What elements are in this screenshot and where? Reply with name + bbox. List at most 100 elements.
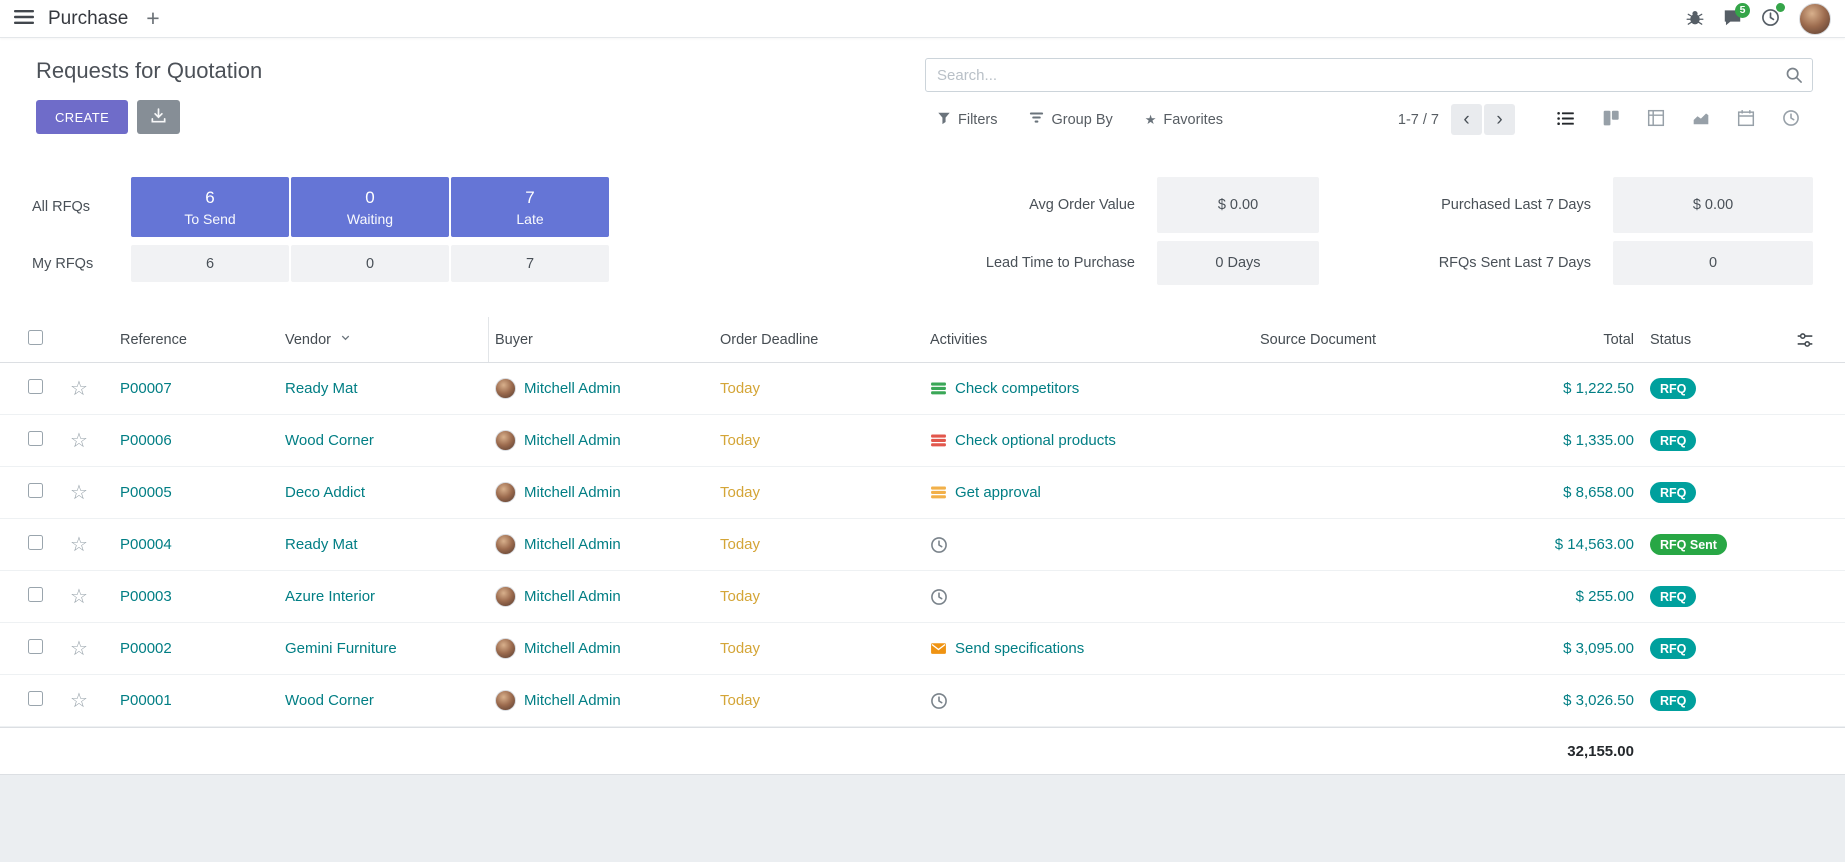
activity-cell[interactable]: Send specifications (924, 640, 1254, 657)
vendor-link[interactable]: Deco Addict (285, 484, 365, 501)
search-box[interactable] (925, 58, 1813, 92)
column-header-source-document[interactable]: Source Document (1254, 332, 1504, 348)
optional-columns-icon[interactable] (1764, 331, 1845, 349)
activity-label[interactable]: Check optional products (955, 432, 1116, 449)
activity-cell[interactable]: Check optional products (924, 432, 1254, 449)
reference-link[interactable]: P00003 (120, 588, 172, 605)
vendor-link[interactable]: Wood Corner (285, 692, 374, 709)
row-checkbox[interactable] (28, 431, 43, 446)
top-navbar: Purchase + 5 (0, 0, 1845, 38)
group-by-button[interactable]: Group By (1029, 110, 1112, 129)
activity-cell[interactable]: Check competitors (924, 380, 1254, 397)
table-row[interactable]: ☆ P00007 Ready Mat Mitchell Admin Today … (0, 363, 1845, 415)
row-checkbox[interactable] (28, 691, 43, 706)
activity-view-button[interactable] (1768, 104, 1813, 135)
favorite-star-icon[interactable]: ☆ (70, 639, 88, 659)
activity-label[interactable]: Send specifications (955, 640, 1084, 657)
vendor-link[interactable]: Azure Interior (285, 588, 375, 605)
kanban-view-button[interactable] (1588, 104, 1633, 135)
create-button[interactable]: CREATE (36, 100, 128, 134)
search-input[interactable] (926, 59, 1812, 91)
graph-view-button[interactable] (1678, 104, 1723, 135)
vendor-link[interactable]: Ready Mat (285, 380, 358, 397)
buyer-link[interactable]: Mitchell Admin (524, 692, 621, 709)
to-send-card[interactable]: 6 To Send (131, 177, 289, 237)
reference-link[interactable]: P00005 (120, 484, 172, 501)
activity-cell[interactable]: Get approval (924, 484, 1254, 501)
table-row[interactable]: ☆ P00003 Azure Interior Mitchell Admin T… (0, 571, 1845, 623)
kpi-value-rfqs-sent[interactable]: 0 (1613, 241, 1813, 285)
favorite-star-icon[interactable]: ☆ (70, 379, 88, 399)
buyer-avatar (495, 482, 516, 503)
buyer-link[interactable]: Mitchell Admin (524, 432, 621, 449)
reference-link[interactable]: P00006 (120, 432, 172, 449)
calendar-view-button[interactable] (1723, 104, 1768, 135)
buyer-link[interactable]: Mitchell Admin (524, 380, 621, 397)
late-card[interactable]: 7 Late (451, 177, 609, 237)
buyer-link[interactable]: Mitchell Admin (524, 536, 621, 553)
vendor-link[interactable]: Ready Mat (285, 536, 358, 553)
row-checkbox[interactable] (28, 483, 43, 498)
row-checkbox[interactable] (28, 379, 43, 394)
waiting-card[interactable]: 0 Waiting (291, 177, 449, 237)
total-value: $ 1,222.50 (1563, 380, 1634, 397)
my-to-send-card[interactable]: 6 (131, 245, 289, 282)
activity-label[interactable]: Get approval (955, 484, 1041, 501)
favorite-star-icon[interactable]: ☆ (70, 431, 88, 451)
activity-cell[interactable] (924, 588, 1254, 606)
list-view-button[interactable] (1543, 104, 1588, 135)
my-waiting-card[interactable]: 0 (291, 245, 449, 282)
favorite-star-icon[interactable]: ☆ (70, 535, 88, 555)
activity-cell[interactable] (924, 536, 1254, 554)
favorites-button[interactable]: ★ Favorites (1145, 110, 1223, 129)
app-name[interactable]: Purchase (48, 8, 128, 30)
favorite-star-icon[interactable]: ☆ (70, 587, 88, 607)
vendor-link[interactable]: Wood Corner (285, 432, 374, 449)
column-header-order-deadline[interactable]: Order Deadline (714, 332, 924, 348)
column-header-total[interactable]: Total (1504, 332, 1644, 348)
table-row[interactable]: ☆ P00005 Deco Addict Mitchell Admin Toda… (0, 467, 1845, 519)
activities-button[interactable] (1761, 8, 1780, 30)
table-row[interactable]: ☆ P00004 Ready Mat Mitchell Admin Today … (0, 519, 1845, 571)
column-header-buyer[interactable]: Buyer (489, 332, 714, 348)
reference-link[interactable]: P00002 (120, 640, 172, 657)
table-row[interactable]: ☆ P00001 Wood Corner Mitchell Admin Toda… (0, 675, 1845, 727)
column-header-vendor[interactable]: Vendor (279, 317, 489, 362)
messages-button[interactable]: 5 (1723, 8, 1742, 30)
row-checkbox[interactable] (28, 535, 43, 550)
filters-button[interactable]: Filters (937, 110, 997, 129)
order-deadline-value: Today (720, 484, 760, 501)
column-header-status[interactable]: Status (1644, 332, 1764, 348)
table-row[interactable]: ☆ P00002 Gemini Furniture Mitchell Admin… (0, 623, 1845, 675)
table-row[interactable]: ☆ P00006 Wood Corner Mitchell Admin Toda… (0, 415, 1845, 467)
vendor-link[interactable]: Gemini Furniture (285, 640, 397, 657)
favorite-star-icon[interactable]: ☆ (70, 483, 88, 503)
add-tab-button[interactable]: + (146, 7, 159, 30)
user-menu-button[interactable] (1799, 3, 1831, 35)
row-checkbox[interactable] (28, 639, 43, 654)
pivot-view-button[interactable] (1633, 104, 1678, 135)
column-header-activities[interactable]: Activities (924, 332, 1254, 348)
activity-cell[interactable] (924, 692, 1254, 710)
buyer-link[interactable]: Mitchell Admin (524, 640, 621, 657)
apps-menu-button[interactable] (14, 9, 34, 28)
favorite-star-icon[interactable]: ☆ (70, 691, 88, 711)
activity-label[interactable]: Check competitors (955, 380, 1079, 397)
reference-link[interactable]: P00004 (120, 536, 172, 553)
search-icon[interactable] (1785, 66, 1803, 89)
pager-next-button[interactable]: › (1484, 104, 1515, 135)
buyer-link[interactable]: Mitchell Admin (524, 588, 621, 605)
debug-button[interactable] (1686, 8, 1704, 29)
reference-link[interactable]: P00001 (120, 692, 172, 709)
my-late-card[interactable]: 7 (451, 245, 609, 282)
export-button[interactable] (137, 100, 180, 134)
row-checkbox[interactable] (28, 587, 43, 602)
select-all-checkbox[interactable] (28, 330, 43, 345)
kpi-value-lead-time[interactable]: 0 Days (1157, 241, 1319, 285)
kpi-value-avg-order-value[interactable]: $ 0.00 (1157, 177, 1319, 233)
pager-previous-button[interactable]: ‹ (1451, 104, 1482, 135)
reference-link[interactable]: P00007 (120, 380, 172, 397)
buyer-link[interactable]: Mitchell Admin (524, 484, 621, 501)
column-header-reference[interactable]: Reference (114, 332, 279, 348)
kpi-value-purchased-last-7-days[interactable]: $ 0.00 (1613, 177, 1813, 233)
